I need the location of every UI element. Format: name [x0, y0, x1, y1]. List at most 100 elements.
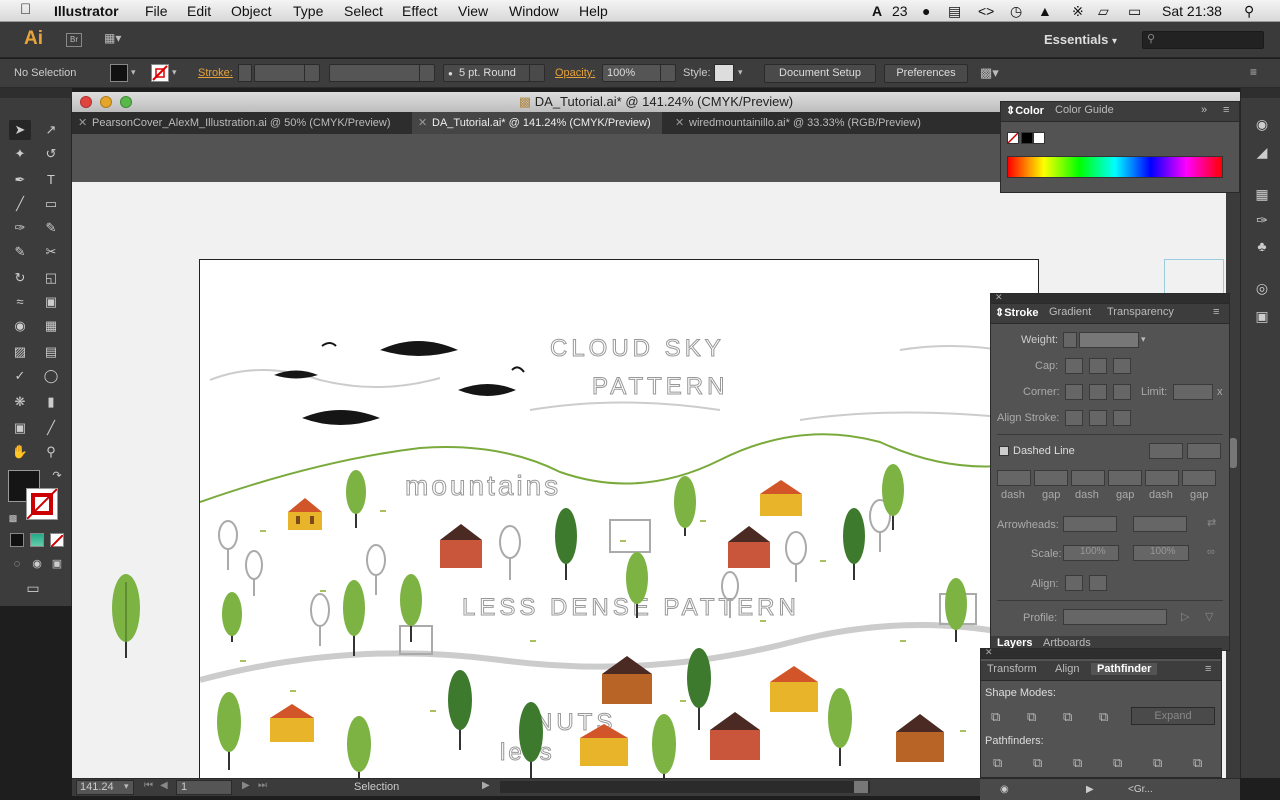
dock-header[interactable]	[1241, 88, 1280, 98]
line-tool-icon[interactable]: ╱	[9, 194, 31, 214]
stroke-label[interactable]: Stroke:	[198, 67, 233, 79]
zoom-dropdown-icon[interactable]: ▾	[124, 781, 129, 792]
panel-menu-icon[interactable]: ≡	[1250, 65, 1257, 79]
expand-layer-icon[interactable]: ▶	[1086, 784, 1094, 795]
current-tool-status[interactable]: Selection	[354, 781, 399, 793]
volume-icon[interactable]: ▲	[1038, 3, 1052, 19]
start-scale-field[interactable]: 100%	[1063, 545, 1119, 561]
tab-wired-mountain[interactable]: ✕ wiredmountainillo.ai* @ 33.33% (RGB/Pre…	[669, 112, 969, 134]
tools-panel-header[interactable]	[0, 88, 72, 98]
stroke-weight-stepper[interactable]	[238, 64, 252, 82]
scissors-tool-icon[interactable]: ✂	[40, 242, 62, 262]
selection-tool-icon[interactable]: ➤	[9, 120, 31, 140]
close-tab-icon[interactable]: ✕	[78, 112, 87, 134]
tab-transparency[interactable]: Transparency	[1107, 306, 1174, 318]
color-panel-icon[interactable]: ◉	[1251, 116, 1273, 136]
opacity-dropdown[interactable]: 100%	[602, 64, 676, 82]
variable-width-dropdown[interactable]	[329, 64, 435, 82]
layers-row[interactable]: ◉ ▶ <Gr...	[980, 778, 1240, 800]
visibility-eye-icon[interactable]: ◉	[1000, 784, 1009, 795]
pen-tool-icon[interactable]: ✒	[9, 170, 31, 190]
exclude-icon[interactable]: ⧉	[1099, 709, 1108, 725]
isolate-icon[interactable]: ▩▾	[980, 65, 999, 81]
type-tool-icon[interactable]: T	[40, 170, 62, 190]
gap-field-3[interactable]	[1182, 470, 1216, 486]
first-artboard-icon[interactable]: ⏮	[144, 780, 153, 791]
direct-selection-tool-icon[interactable]: ↗	[40, 120, 62, 140]
tab-da-tutorial[interactable]: ✕ DA_Tutorial.ai* @ 141.24% (CMYK/Preview…	[412, 112, 662, 134]
scale-tool-icon[interactable]: ◱	[40, 268, 62, 288]
menu-edit[interactable]: Edit	[187, 3, 211, 19]
slice-tool-icon[interactable]: ╱	[40, 418, 62, 438]
dash-field-3[interactable]	[1145, 470, 1179, 486]
menu-type[interactable]: Type	[293, 3, 323, 19]
tab-color[interactable]: ⇕Color	[1006, 104, 1044, 117]
draw-normal-icon[interactable]: ◌	[6, 554, 28, 574]
artboard-number-field[interactable]: 1	[176, 780, 232, 795]
link-scale-icon[interactable]: ∞	[1207, 546, 1215, 558]
trim-icon[interactable]: ⧉	[1033, 755, 1042, 771]
width-tool-icon[interactable]: ≈	[9, 292, 31, 312]
workspace-switcher[interactable]: Essentials ▾	[1044, 32, 1117, 47]
outline-icon[interactable]: ⧉	[1153, 755, 1162, 771]
menu-help[interactable]: Help	[579, 3, 608, 19]
draw-inside-icon[interactable]: ▣	[46, 554, 68, 574]
screen-mode-icon[interactable]: ▭	[22, 578, 44, 598]
graphic-styles-panel-icon[interactable]: ▣	[1251, 308, 1273, 328]
expand-panel-icon[interactable]: »	[1201, 104, 1207, 116]
weight-field[interactable]	[1079, 332, 1139, 348]
stroke-weight-dropdown[interactable]	[254, 64, 320, 82]
weight-stepper[interactable]	[1063, 332, 1077, 348]
gap-field-2[interactable]	[1108, 470, 1142, 486]
profile-dropdown[interactable]	[1063, 609, 1167, 625]
tab-align[interactable]: Align	[1055, 663, 1079, 675]
align-inside-button[interactable]	[1089, 410, 1107, 426]
crop-icon[interactable]: ⧉	[1113, 755, 1122, 771]
adobe-icon[interactable]: A	[872, 3, 882, 19]
round-cap-button[interactable]	[1089, 358, 1107, 374]
color-mode-icon[interactable]	[10, 533, 24, 547]
gradient-panel-icon[interactable]: ◢	[1251, 144, 1273, 164]
bluetooth-icon[interactable]: ※	[1072, 3, 1084, 20]
clock[interactable]: Sat 21:38	[1162, 3, 1222, 19]
tab-gradient[interactable]: Gradient	[1049, 306, 1091, 318]
miter-join-button[interactable]	[1065, 384, 1083, 400]
close-tab-icon[interactable]: ✕	[418, 112, 427, 134]
arrange-documents-icon[interactable]: ▦▾	[104, 31, 132, 49]
help-search-input[interactable]: ⚲	[1142, 31, 1264, 49]
dash-field-2[interactable]	[1071, 470, 1105, 486]
battery-status-icon[interactable]: ▤	[948, 3, 961, 20]
close-window-button[interactable]	[80, 96, 92, 108]
previous-artboard-icon[interactable]: ◀	[160, 780, 168, 791]
eyedropper-tool-icon[interactable]: ✓	[9, 366, 31, 386]
code-icon[interactable]: <>	[978, 3, 994, 19]
menu-effect[interactable]: Effect	[402, 3, 438, 19]
battery-icon[interactable]: ▭	[1128, 3, 1141, 20]
panel-menu-icon[interactable]: ≡	[1205, 663, 1211, 675]
tab-pathfinder[interactable]: Pathfinder	[1091, 663, 1158, 675]
apple-icon[interactable]: 	[20, 1, 31, 18]
butt-cap-button[interactable]	[1065, 358, 1083, 374]
dash-field-1[interactable]	[997, 470, 1031, 486]
stroke-color-swatch[interactable]	[26, 488, 58, 520]
pencil-tool-icon[interactable]: ✎	[40, 218, 62, 238]
stroke-swatch[interactable]	[151, 64, 169, 82]
swap-arrowheads-icon[interactable]: ⇄	[1207, 516, 1216, 529]
document-setup-button[interactable]: Document Setup	[764, 64, 876, 83]
none-mode-icon[interactable]	[50, 533, 64, 548]
horizontal-scrollbar-thumb[interactable]	[854, 781, 868, 793]
pathfinder-panel-titlebar[interactable]: ✕	[981, 647, 1221, 659]
horizontal-scrollbar[interactable]	[500, 781, 870, 793]
dashed-line-checkbox[interactable]	[999, 446, 1009, 456]
lasso-tool-icon[interactable]: ↺	[40, 144, 62, 164]
unite-icon[interactable]: ⧉	[991, 709, 1000, 725]
paintbrush-tool-icon[interactable]: ✑	[9, 218, 31, 238]
projecting-cap-button[interactable]	[1113, 358, 1131, 374]
close-tab-icon[interactable]: ✕	[675, 112, 684, 134]
panel-menu-icon[interactable]: ≡	[1223, 104, 1229, 116]
wifi-icon[interactable]: ▱	[1098, 3, 1109, 20]
rotate-tool-icon[interactable]: ↻	[9, 268, 31, 288]
flip-across-icon[interactable]: ▽	[1205, 610, 1213, 623]
perspective-grid-tool-icon[interactable]: ▦	[40, 316, 62, 336]
weight-dropdown-icon[interactable]: ▾	[1141, 334, 1146, 345]
